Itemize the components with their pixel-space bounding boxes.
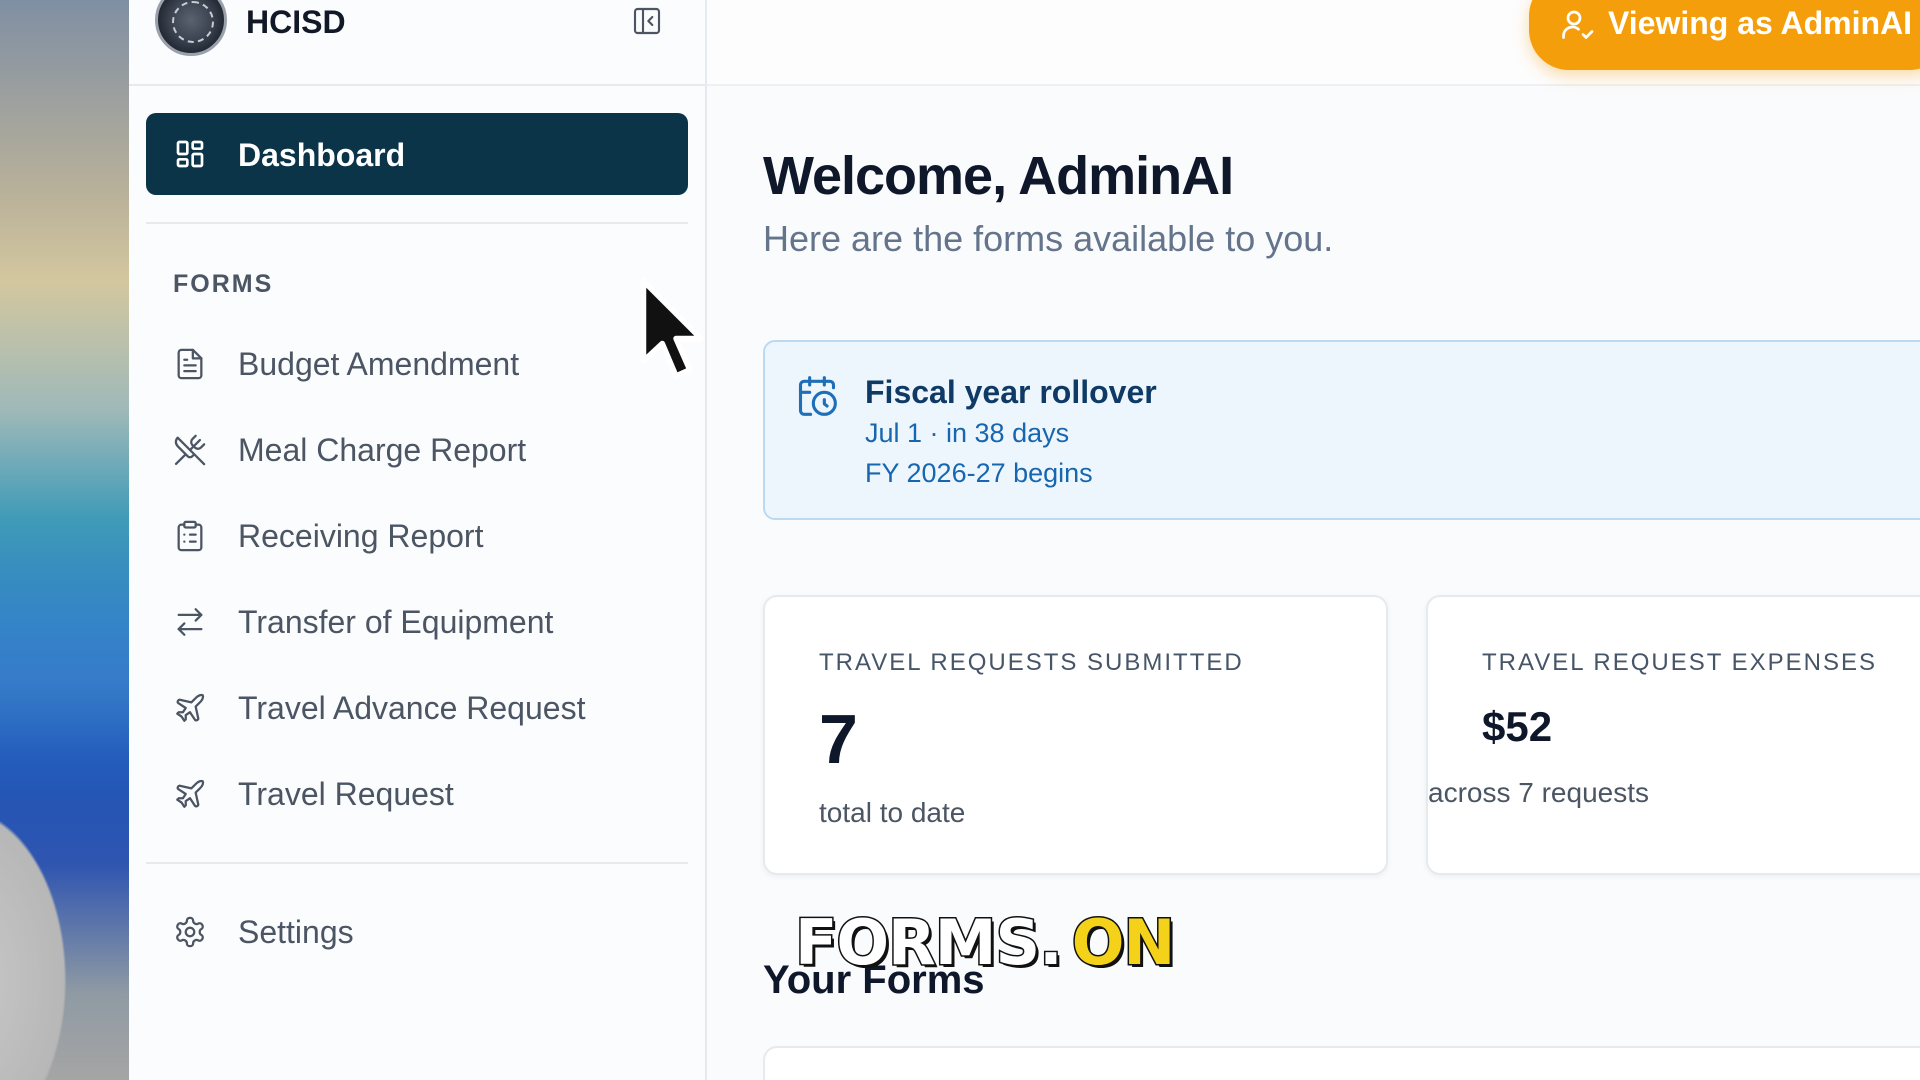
video-caption-overlay: FORMS. ON xyxy=(794,905,1177,981)
brand-name: HCISD xyxy=(246,4,346,40)
sidebar-item-receiving-report[interactable]: Receiving Report xyxy=(146,502,688,572)
sidebar-item-label: Dashboard xyxy=(238,137,406,173)
sidebar: HCISD Dashboard FORMS Budget Amendment M… xyxy=(129,0,707,1080)
plane-icon xyxy=(173,691,207,725)
alert-title: Fiscal year rollover xyxy=(865,374,1157,410)
stat-footer: total to date xyxy=(819,797,966,828)
sidebar-item-budget-amendment[interactable]: Budget Amendment xyxy=(146,330,688,400)
page-title: Welcome, AdminAI xyxy=(763,146,1234,206)
plane-icon xyxy=(173,777,207,811)
forms-panel xyxy=(763,1046,1920,1080)
sidebar-header: HCISD xyxy=(129,0,707,86)
sidebar-item-label: Travel Request xyxy=(238,776,454,812)
clipboard-icon xyxy=(173,519,207,553)
sidebar-item-label: Transfer of Equipment xyxy=(238,604,554,640)
sidebar-item-travel-advance-request[interactable]: Travel Advance Request xyxy=(146,674,688,744)
fiscal-rollover-alert: Fiscal year rollover Jul 1 · in 38 days … xyxy=(763,340,1920,520)
caption-word-highlight: ON xyxy=(1070,905,1177,981)
page-subtitle: Here are the forms available to you. xyxy=(763,218,1334,259)
sidebar-item-label: Receiving Report xyxy=(238,518,484,554)
stat-caption: TRAVEL REQUESTS SUBMITTED xyxy=(819,649,1244,676)
sidebar-item-label: Settings xyxy=(238,914,354,950)
document-icon xyxy=(173,347,207,381)
sidebar-item-travel-request[interactable]: Travel Request xyxy=(146,760,688,830)
mouse-pointer-icon xyxy=(636,276,706,396)
arrows-left-right-icon xyxy=(173,605,207,639)
calendar-clock-icon xyxy=(795,374,839,418)
sidebar-item-label: Travel Advance Request xyxy=(238,690,586,726)
sidebar-divider xyxy=(146,222,688,224)
district-seal-logo xyxy=(155,0,227,56)
user-icon xyxy=(1559,6,1595,42)
alert-date: Jul 1 · in 38 days xyxy=(865,418,1070,448)
stat-card-travel-requests: TRAVEL REQUESTS SUBMITTED 7 total to dat… xyxy=(763,595,1388,875)
alert-detail: FY 2026-27 begins xyxy=(865,458,1093,488)
gear-icon xyxy=(173,915,207,949)
forms-section-label: FORMS xyxy=(173,270,274,298)
sidebar-divider xyxy=(146,862,688,864)
desktop-wallpaper xyxy=(0,0,129,1080)
sidebar-item-label: Budget Amendment xyxy=(238,346,520,382)
caption-word: FORMS. xyxy=(794,905,1065,981)
sidebar-item-meal-charge-report[interactable]: Meal Charge Report xyxy=(146,416,688,486)
stat-card-travel-expenses: TRAVEL REQUEST EXPENSES $52 across 7 req… xyxy=(1426,595,1920,875)
viewing-as-label: Viewing as AdminAI xyxy=(1608,5,1913,41)
sidebar-item-dashboard[interactable]: Dashboard xyxy=(146,113,688,195)
sidebar-item-transfer-of-equipment[interactable]: Transfer of Equipment xyxy=(146,588,688,658)
sidebar-item-settings[interactable]: Settings xyxy=(146,898,688,968)
utensils-crossed-icon xyxy=(173,433,207,467)
stat-value: $52 xyxy=(1482,703,1553,750)
sidebar-item-label: Meal Charge Report xyxy=(238,432,527,468)
stat-footer: across 7 requests xyxy=(1428,777,1649,808)
stat-caption: TRAVEL REQUEST EXPENSES xyxy=(1482,649,1877,676)
dashboard-icon xyxy=(174,138,206,170)
viewing-as-badge[interactable]: Viewing as AdminAI xyxy=(1529,0,1920,70)
stat-value: 7 xyxy=(819,700,858,778)
sidebar-collapse-icon[interactable] xyxy=(631,5,663,37)
